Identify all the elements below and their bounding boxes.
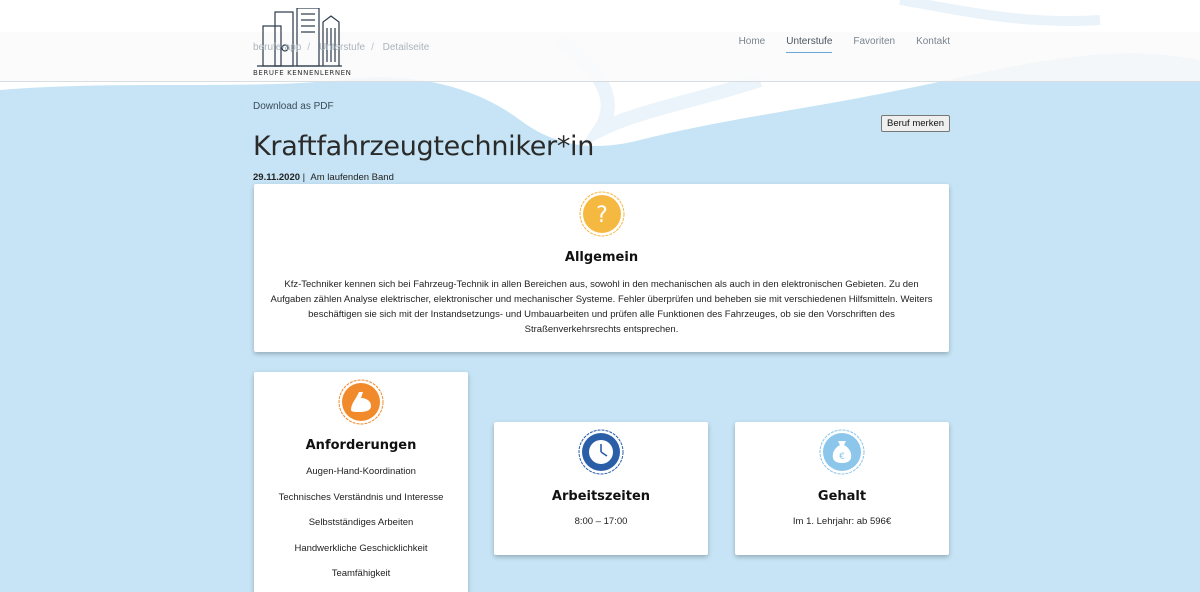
gehalt-card: € Gehalt Im 1. Lehrjahr: ab 596€ bbox=[735, 422, 949, 555]
nav-home[interactable]: Home bbox=[739, 36, 766, 53]
header-band bbox=[0, 32, 1200, 82]
list-item: Augen-Hand-Koordination bbox=[306, 466, 416, 477]
gehalt-text: Im 1. Lehrjahr: ab 596€ bbox=[792, 516, 892, 527]
beruf-merken-button[interactable]: Beruf merken bbox=[881, 115, 950, 132]
breadcrumb-separator: / bbox=[371, 42, 374, 53]
clock-icon bbox=[577, 428, 625, 481]
download-pdf-link[interactable]: Download as PDF bbox=[253, 101, 334, 112]
gehalt-title: Gehalt bbox=[817, 489, 867, 504]
muscle-arm-icon bbox=[337, 378, 385, 431]
question-mark-icon: ? bbox=[578, 190, 626, 243]
arbeitszeiten-card: Arbeitszeiten 8:00 – 17:00 bbox=[494, 422, 708, 555]
nav-favoriten[interactable]: Favoriten bbox=[853, 36, 895, 53]
allgemein-card: ? Allgemein Kfz-Techniker kennen sich be… bbox=[254, 184, 949, 352]
category-link[interactable]: Am laufenden Band bbox=[310, 172, 393, 183]
anforderungen-list: Augen-Hand-Koordination Technisches Vers… bbox=[254, 464, 468, 592]
nav-unterstufe[interactable]: Unterstufe bbox=[786, 36, 833, 53]
arbeitszeiten-text: 8:00 – 17:00 bbox=[574, 516, 628, 527]
svg-text:€: € bbox=[839, 452, 845, 462]
allgemein-title: Allgemein bbox=[564, 250, 639, 265]
breadcrumb-item-unterstufe[interactable]: Unterstufe bbox=[319, 42, 365, 53]
page-meta: 29.11.2020 | Am laufenden Band bbox=[253, 172, 394, 183]
breadcrumb-separator: / bbox=[307, 42, 311, 53]
list-item: Teamfähigkeit bbox=[331, 568, 391, 579]
logo-text: BERUFE KENNENLERNEN bbox=[253, 69, 352, 77]
main-nav: Home Unterstufe Favoriten Kontakt bbox=[739, 36, 950, 53]
breadcrumb-item-current: Detailseite bbox=[382, 42, 430, 53]
list-item: Technisches Verständnis und Interesse bbox=[278, 491, 444, 503]
list-item: Handwerkliche Geschicklichkeit bbox=[294, 542, 428, 554]
anforderungen-card: Anforderungen Augen-Hand-Koordination Te… bbox=[254, 372, 468, 592]
site-logo[interactable]: BERUFE KENNENLERNEN bbox=[253, 8, 351, 77]
page-title: Kraftfahrzeugtechniker*in bbox=[253, 131, 595, 162]
breadcrumb-item-home[interactable]: berufe-app bbox=[253, 42, 301, 53]
allgemein-text: Kfz-Techniker kennen sich bei Fahrzeug-T… bbox=[270, 279, 933, 335]
money-bag-icon: € bbox=[818, 428, 866, 481]
meta-separator: | bbox=[302, 172, 306, 183]
list-item: Selbstständiges Arbeiten bbox=[308, 517, 414, 528]
anforderungen-title: Anforderungen bbox=[305, 438, 417, 453]
nav-kontakt[interactable]: Kontakt bbox=[916, 36, 950, 53]
site-header: BERUFE KENNENLERNEN berufe-app / Unterstu… bbox=[0, 0, 1200, 82]
publish-date: 29.11.2020 bbox=[253, 172, 301, 183]
svg-text:?: ? bbox=[596, 203, 608, 228]
arbeitszeiten-title: Arbeitszeiten bbox=[551, 489, 651, 504]
breadcrumb: berufe-app / Unterstufe / Detailseite bbox=[253, 42, 435, 53]
city-logo-icon bbox=[257, 8, 342, 67]
